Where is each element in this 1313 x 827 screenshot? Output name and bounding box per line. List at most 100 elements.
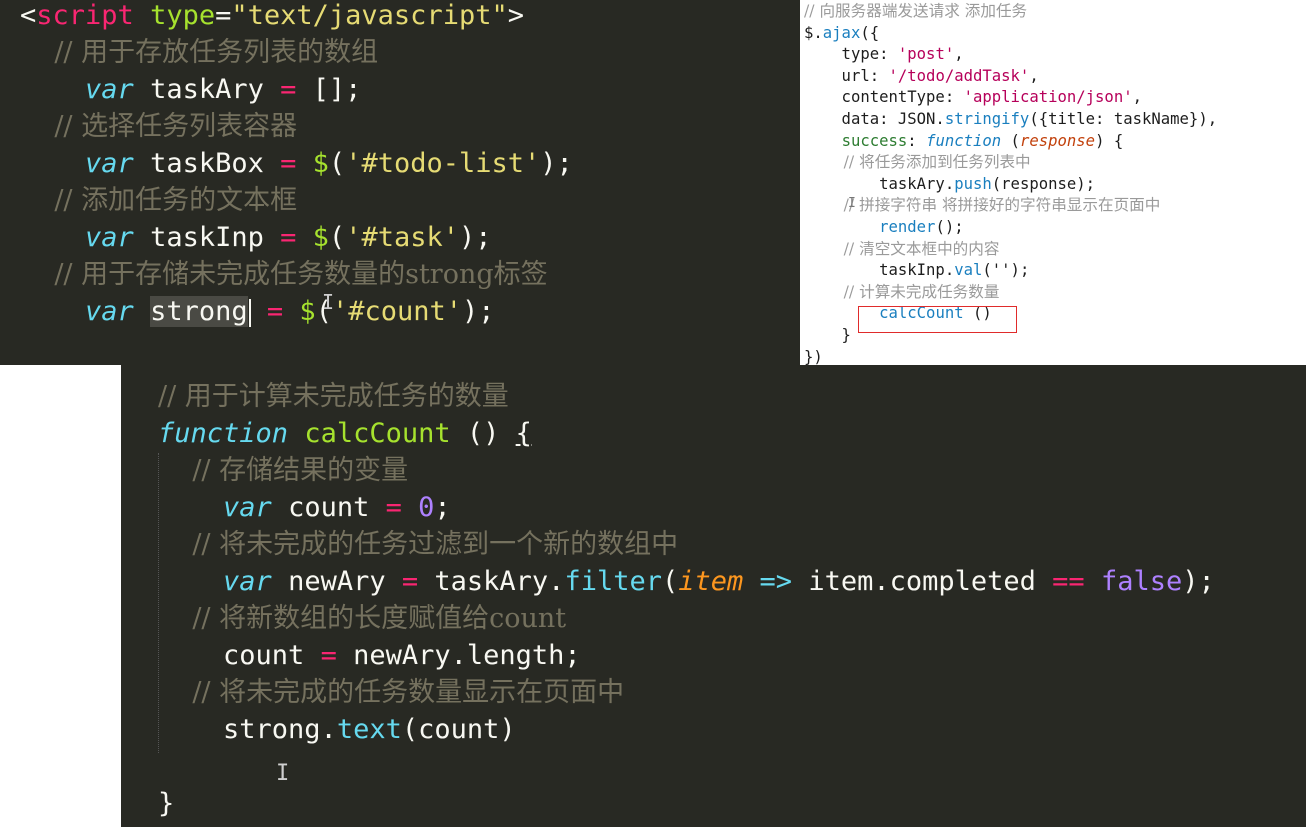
code-token: filter xyxy=(564,566,662,597)
code-view-calccount-function[interactable]: // 用于计算未完成任务的数量 function calcCount () { /… xyxy=(158,378,1215,822)
code-line[interactable]: // 选择任务列表容器 xyxy=(20,108,573,145)
code-line[interactable]: }) xyxy=(804,347,1217,366)
code-token: '#task' xyxy=(345,222,459,253)
code-line[interactable]: contentType: 'application/json', xyxy=(804,87,1217,109)
code-token: var xyxy=(85,222,134,253)
code-token: data: JSON. xyxy=(804,109,945,128)
code-line[interactable]: // 拼接字符串 将拼接好的字符串显示在页面中 xyxy=(804,195,1217,217)
code-line[interactable]: // 存储结果的变量 xyxy=(158,452,1215,489)
code-token: (response); xyxy=(991,174,1096,193)
code-line[interactable] xyxy=(158,748,1215,785)
code-line[interactable]: // 用于存储未完成任务数量的strong标签 xyxy=(20,256,573,293)
code-token: // 添加任务的文本框 xyxy=(20,185,298,216)
code-token: function xyxy=(158,418,289,449)
code-line[interactable]: render(); xyxy=(804,217,1217,239)
code-token: '#todo-list' xyxy=(345,148,541,179)
code-token: ; xyxy=(434,492,451,523)
code-line[interactable]: count = newAry.length; xyxy=(158,637,1215,674)
code-line[interactable]: type: 'post', xyxy=(804,44,1217,66)
code-token: ); xyxy=(462,296,495,327)
editor-panel-top-left[interactable]: <script type="text/javascript"> // 用于存放任… xyxy=(0,0,800,365)
code-token: push xyxy=(954,174,992,193)
code-token: ( xyxy=(328,148,346,179)
code-token: ( xyxy=(661,566,679,597)
code-token: ({title: taskName}), xyxy=(1029,109,1218,128)
code-token: text xyxy=(336,714,402,745)
code-line[interactable]: $.ajax({ xyxy=(804,23,1217,45)
code-token: $. xyxy=(804,23,823,42)
code-line[interactable]: var taskAry = []; xyxy=(20,71,573,108)
code-token: = xyxy=(280,222,297,253)
code-line[interactable]: var taskBox = $('#todo-list'); xyxy=(20,145,573,182)
code-token: $ xyxy=(312,222,329,253)
code-token: // 计算未完成任务数量 xyxy=(804,282,1000,301)
code-token: , xyxy=(954,45,964,64)
code-token: }) xyxy=(804,347,823,366)
code-token: = xyxy=(401,566,419,597)
code-view-script-vars[interactable]: <script type="text/javascript"> // 用于存放任… xyxy=(20,0,573,330)
code-token: // 用于存储未完成任务数量的strong标签 xyxy=(20,259,548,290)
code-line[interactable]: // 向服务器端发送请求 添加任务 xyxy=(804,1,1217,23)
code-token: = xyxy=(215,0,232,31)
code-token: taskAry. xyxy=(418,566,565,597)
code-line[interactable]: // 将未完成的任务数量显示在页面中 xyxy=(158,674,1215,711)
mouse-ibeam-cursor: I xyxy=(276,761,290,786)
code-line[interactable]: // 清空文本框中的内容 xyxy=(804,239,1217,261)
code-line[interactable]: function calcCount () { xyxy=(158,415,1215,452)
code-token: var xyxy=(85,296,134,327)
code-line[interactable]: // 用于存放任务列表的数组 xyxy=(20,34,573,71)
code-line[interactable]: // 添加任务的文本框 xyxy=(20,182,573,219)
code-token: 0 xyxy=(418,492,435,523)
code-token: newAry xyxy=(271,566,402,597)
code-token: = xyxy=(280,74,297,105)
code-token: '/todo/addTask' xyxy=(888,66,1030,85)
editor-panel-bottom[interactable]: // 用于计算未完成任务的数量 function calcCount () { /… xyxy=(121,365,1306,827)
code-token: count xyxy=(271,492,386,523)
code-line[interactable]: data: JSON.stringify({title: taskName}), xyxy=(804,109,1218,131)
code-token: , xyxy=(1132,88,1142,107)
code-token: taskInp. xyxy=(804,261,955,280)
code-line[interactable]: var count = 0; xyxy=(158,489,1215,526)
code-token: render xyxy=(879,217,936,236)
code-line[interactable]: // 计算未完成任务数量 xyxy=(804,282,1217,304)
code-line[interactable]: success: function (response) { xyxy=(804,131,1217,153)
code-line[interactable]: url: '/todo/addTask', xyxy=(804,66,1217,88)
code-line[interactable]: var newAry = taskAry.filter(item => item… xyxy=(158,563,1215,600)
code-token: taskAry xyxy=(133,74,281,105)
code-line[interactable]: strong.text(count) xyxy=(158,711,1215,748)
code-token: val xyxy=(954,261,983,280)
code-line[interactable]: } xyxy=(158,785,1215,822)
code-token: taskInp xyxy=(133,222,281,253)
code-token: ajax xyxy=(822,23,861,42)
code-token: ({ xyxy=(860,23,880,42)
code-line[interactable]: // 将新数组的长度赋值给count xyxy=(158,600,1215,637)
code-token: var xyxy=(223,566,272,597)
code-token: // 用于存放任务列表的数组 xyxy=(20,37,379,68)
code-token: == xyxy=(1052,566,1085,597)
code-token: stringify xyxy=(944,109,1030,128)
code-line[interactable]: taskInp.val(''); xyxy=(804,260,1217,282)
code-token: $ xyxy=(299,296,316,327)
code-token: success xyxy=(841,131,908,150)
code-line[interactable]: taskAry.push(response); xyxy=(804,174,1217,196)
code-line[interactable]: <script type="text/javascript"> xyxy=(20,0,573,34)
code-token: = xyxy=(385,492,402,523)
code-line[interactable]: // 将任务添加到任务列表中 xyxy=(804,152,1217,174)
code-token: count xyxy=(158,640,321,671)
code-line[interactable]: var strong = $('#count'); xyxy=(20,293,573,330)
code-line[interactable]: // 用于计算未完成任务的数量 xyxy=(158,378,1215,415)
code-token: ); xyxy=(1182,566,1215,597)
code-line[interactable]: var taskInp = $('#task'); xyxy=(20,219,573,256)
code-line[interactable]: // 将未完成的任务过滤到一个新的数组中 xyxy=(158,526,1215,563)
